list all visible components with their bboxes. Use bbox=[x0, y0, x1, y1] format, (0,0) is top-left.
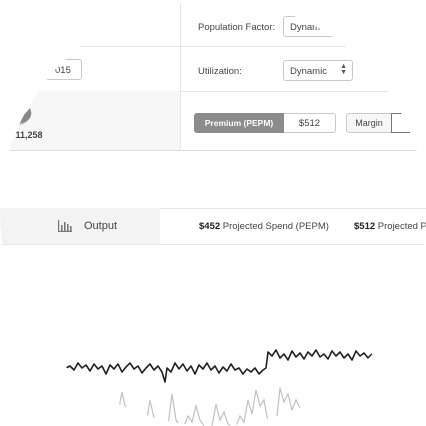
pie-chart-icon bbox=[16, 108, 32, 125]
projected-spend-label: Projected Spend (PEPM) bbox=[222, 221, 329, 232]
projected-premium-stat: $512 Projected P bbox=[354, 221, 426, 232]
projected-spend-line bbox=[65, 349, 373, 383]
margin-input[interactable] bbox=[391, 113, 426, 133]
margin-label: Margin bbox=[355, 118, 383, 128]
comparison-line bbox=[117, 387, 305, 426]
output-tab-label: Output bbox=[84, 220, 118, 232]
lives-count: s: 11,258 bbox=[6, 130, 43, 140]
app-window: Population Factor: Dynam 015 Utilization… bbox=[0, 0, 426, 426]
population-factor-value: Dynam bbox=[290, 22, 321, 33]
utilization-select[interactable]: Dynamic ▲ ▼ bbox=[283, 60, 353, 81]
projected-premium-label: Projected P bbox=[377, 221, 426, 232]
circular-viewport: Population Factor: Dynam 015 Utilization… bbox=[0, 0, 426, 426]
section-divider bbox=[0, 150, 426, 151]
population-factor-select[interactable]: Dynam bbox=[283, 16, 343, 37]
premium-value: $512 bbox=[298, 117, 321, 129]
margin-button[interactable]: Margin bbox=[346, 113, 392, 133]
premium-pepm-button[interactable]: Premium (PEPM) bbox=[194, 113, 284, 133]
projected-spend-stat: $452 Projected Spend (PEPM) bbox=[199, 221, 329, 232]
projected-spend-value: $452 bbox=[199, 221, 221, 232]
bar-chart-icon bbox=[58, 220, 72, 232]
lives-prefix: s: bbox=[6, 130, 14, 140]
output-bottom-border bbox=[0, 244, 426, 245]
premium-label: Premium (PEPM) bbox=[204, 118, 274, 128]
premium-value-field[interactable]: $512 bbox=[284, 113, 336, 133]
row-divider bbox=[0, 46, 426, 47]
year-input[interactable]: 015 bbox=[38, 59, 82, 80]
lives-value: 11,258 bbox=[15, 130, 43, 140]
projected-premium-value: $512 bbox=[354, 221, 376, 232]
output-tab[interactable]: Output bbox=[0, 208, 160, 244]
utilization-value: Dynamic bbox=[290, 66, 327, 77]
year-value: 015 bbox=[55, 65, 71, 76]
utilization-label: Utilization: bbox=[198, 66, 242, 77]
population-factor-label: Population Factor: bbox=[198, 22, 276, 33]
select-arrows-icon: ▲ ▼ bbox=[340, 63, 347, 76]
output-chart bbox=[65, 349, 373, 426]
column-divider bbox=[180, 0, 181, 150]
